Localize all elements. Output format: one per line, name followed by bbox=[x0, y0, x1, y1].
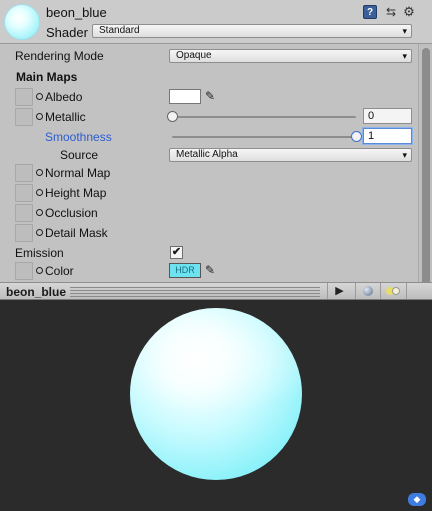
sphere-highlight bbox=[130, 308, 302, 480]
material-preview-viewport[interactable]: ◆ bbox=[0, 300, 432, 511]
emission-color-row: Color HDR ✎ bbox=[0, 262, 418, 280]
occlusion-picker-icon[interactable] bbox=[36, 209, 43, 216]
shader-dropdown[interactable]: Standard ▾ bbox=[92, 24, 412, 38]
source-label: Source bbox=[60, 148, 99, 162]
scrollbar-thumb[interactable] bbox=[422, 48, 430, 318]
detail-mask-label: Detail Mask bbox=[45, 226, 108, 240]
height-map-label: Height Map bbox=[45, 186, 107, 200]
main-maps-heading: Main Maps bbox=[16, 70, 78, 84]
metallic-texture-slot[interactable] bbox=[15, 108, 33, 126]
play-icon[interactable]: ▶ bbox=[327, 283, 351, 299]
albedo-picker-icon[interactable] bbox=[36, 93, 43, 100]
smoothness-slider-thumb[interactable] bbox=[350, 131, 362, 142]
detail-mask-row: Detail Mask bbox=[0, 224, 418, 242]
albedo-row: Albedo ✎ bbox=[0, 88, 418, 106]
shader-label: Shader bbox=[46, 25, 88, 40]
metallic-slider-track[interactable] bbox=[172, 116, 356, 118]
emission-hdr-color-swatch[interactable]: HDR bbox=[169, 263, 201, 278]
resize-grip[interactable] bbox=[70, 287, 320, 297]
albedo-label: Albedo bbox=[45, 90, 83, 104]
metallic-row: Metallic 0 bbox=[0, 108, 418, 126]
rendering-mode-label: Rendering Mode bbox=[15, 49, 104, 63]
height-map-texture-slot[interactable] bbox=[15, 184, 33, 202]
albedo-color-swatch[interactable] bbox=[169, 89, 201, 104]
dropdown-arrow-icon: ▾ bbox=[402, 150, 407, 160]
occlusion-row: Occlusion bbox=[0, 204, 418, 222]
preset-icon[interactable]: ⇆ bbox=[384, 5, 398, 19]
emission-label: Emission bbox=[15, 246, 64, 260]
gear-icon[interactable]: ⚙ bbox=[402, 5, 416, 19]
height-map-picker-icon[interactable] bbox=[36, 189, 43, 196]
rendering-mode-row: Rendering Mode Opaque ▾ bbox=[0, 47, 418, 65]
metallic-value-field[interactable]: 0 bbox=[363, 108, 412, 124]
occlusion-label: Occlusion bbox=[45, 206, 98, 220]
eyedropper-icon[interactable]: ✎ bbox=[205, 89, 219, 104]
normal-map-row: Normal Map bbox=[0, 164, 418, 182]
normal-map-label: Normal Map bbox=[45, 166, 111, 180]
source-dropdown[interactable]: Metallic Alpha ▾ bbox=[169, 148, 412, 162]
height-map-row: Height Map bbox=[0, 184, 418, 202]
smoothness-value-field[interactable]: 1 bbox=[363, 128, 412, 144]
rendering-mode-value: Opaque bbox=[176, 50, 212, 61]
dropdown-arrow-icon: ▾ bbox=[402, 26, 407, 36]
smoothness-row: Smoothness 1 bbox=[0, 128, 418, 146]
detail-mask-picker-icon[interactable] bbox=[36, 229, 43, 236]
main-maps-row: Main Maps bbox=[0, 68, 418, 86]
rendering-mode-dropdown[interactable]: Opaque ▾ bbox=[169, 49, 412, 63]
smoothness-label: Smoothness bbox=[45, 130, 112, 144]
material-name: beon_blue bbox=[46, 5, 107, 20]
preview-toolbar: beon_blue ▶ bbox=[0, 282, 432, 300]
emission-picker-icon[interactable] bbox=[36, 267, 43, 274]
normal-map-texture-slot[interactable] bbox=[15, 164, 33, 182]
detail-mask-texture-slot[interactable] bbox=[15, 224, 33, 242]
preview-sphere-icon[interactable] bbox=[355, 283, 379, 299]
preview-title: beon_blue bbox=[6, 285, 67, 299]
metallic-picker-icon[interactable] bbox=[36, 113, 43, 120]
material-preview-icon bbox=[4, 4, 40, 40]
emission-row: Emission ✔ bbox=[0, 244, 418, 262]
metallic-label: Metallic bbox=[45, 110, 86, 124]
dropdown-arrow-icon: ▾ bbox=[402, 51, 407, 61]
normal-map-picker-icon[interactable] bbox=[36, 169, 43, 176]
source-row: Source Metallic Alpha ▾ bbox=[0, 146, 418, 164]
occlusion-texture-slot[interactable] bbox=[15, 204, 33, 222]
emission-color-label: Color bbox=[45, 264, 74, 278]
lighting-toggle-icon[interactable] bbox=[380, 283, 404, 299]
help-book-icon[interactable]: ? bbox=[363, 5, 377, 19]
albedo-texture-slot[interactable] bbox=[15, 88, 33, 106]
metallic-slider-thumb[interactable] bbox=[166, 111, 178, 122]
shader-value: Standard bbox=[99, 25, 140, 36]
emission-texture-slot[interactable] bbox=[15, 262, 33, 280]
eyedropper-icon[interactable]: ✎ bbox=[205, 263, 219, 278]
preview-options-icon[interactable] bbox=[406, 283, 430, 299]
material-header: beon_blue Shader Standard ▾ ? ⇆ ⚙ bbox=[0, 0, 432, 44]
material-inspector: Rendering Mode Opaque ▾ Main Maps Albedo… bbox=[0, 44, 432, 326]
source-value: Metallic Alpha bbox=[176, 149, 238, 160]
smoothness-slider-track[interactable] bbox=[172, 136, 356, 138]
asset-label-tag-icon[interactable]: ◆ bbox=[408, 493, 426, 506]
emission-checkbox[interactable]: ✔ bbox=[170, 246, 183, 259]
